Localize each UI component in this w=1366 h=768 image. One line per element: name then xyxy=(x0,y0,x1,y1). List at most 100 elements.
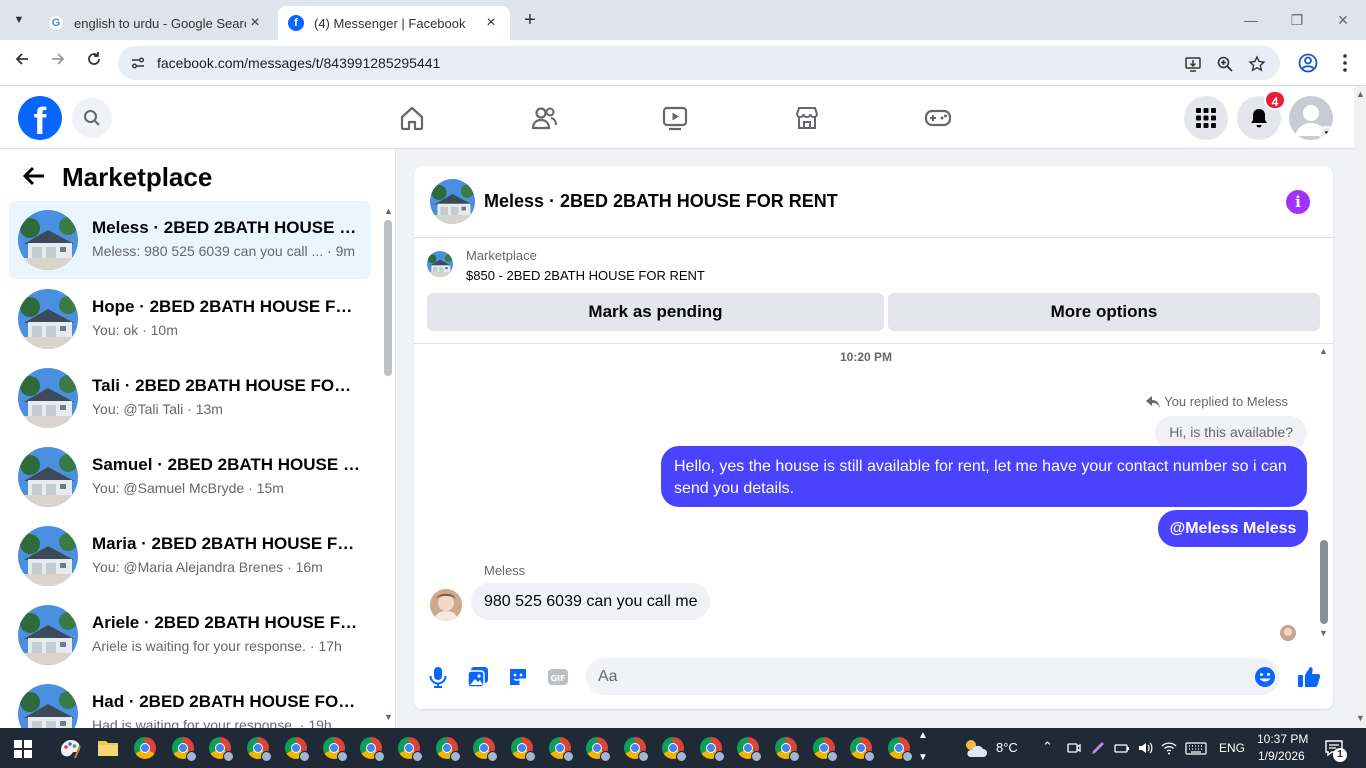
chrome-profile-window-icon[interactable] xyxy=(246,736,273,762)
pen-icon[interactable] xyxy=(1090,740,1106,756)
chrome-profile-window-icon[interactable] xyxy=(812,736,838,762)
chrome-profile-window-icon[interactable] xyxy=(322,736,348,762)
message-input[interactable] xyxy=(586,658,1280,695)
weather-temp[interactable]: 8°C xyxy=(996,740,1018,755)
scrollbar-thumb[interactable] xyxy=(1320,540,1328,624)
quoted-message[interactable]: Hi, is this available? xyxy=(1155,416,1307,450)
page-scrollbar[interactable]: ▲ ▼ xyxy=(1354,87,1366,728)
close-window-icon[interactable]: × xyxy=(1328,8,1358,32)
paint-app-icon[interactable] xyxy=(58,736,82,760)
conversation-item[interactable]: Ariele · 2BED 2BATH HOUSE FOR RENT Ariele… xyxy=(9,596,371,674)
taskbar-scroll-down-icon[interactable]: ▼ xyxy=(918,752,928,763)
chat-scrollbar[interactable]: ▲ ▼ xyxy=(1318,346,1330,640)
menu-grid-button[interactable] xyxy=(1184,96,1228,140)
chrome-profile-window-icon[interactable] xyxy=(887,736,913,762)
marketplace-icon[interactable] xyxy=(790,101,824,135)
browser-menu-icon[interactable] xyxy=(1334,52,1356,74)
conversation-item[interactable]: Tali · 2BED 2BATH HOUSE FOR RENT You: @Ta… xyxy=(9,359,371,437)
chrome-profile-window-icon[interactable] xyxy=(736,736,763,762)
chrome-profile-window-icon[interactable] xyxy=(472,736,499,762)
chrome-profile-window-icon[interactable] xyxy=(359,736,386,762)
chrome-profile-window-icon[interactable] xyxy=(849,736,876,762)
photo-gallery-icon[interactable] xyxy=(467,666,489,688)
taskbar-scroll-up-icon[interactable]: ▲ xyxy=(918,730,928,741)
chrome-profile-window-icon[interactable] xyxy=(171,736,197,762)
chrome-profile-window-icon[interactable] xyxy=(510,736,536,762)
gif-icon[interactable]: GIF xyxy=(547,666,569,688)
watch-icon[interactable] xyxy=(658,101,692,135)
windows-start-icon[interactable] xyxy=(14,740,32,758)
tab-search-dropdown-icon[interactable]: ▼ xyxy=(6,8,32,32)
tab-google-search[interactable]: G english to urdu - Google Search × xyxy=(38,6,274,40)
reload-icon[interactable] xyxy=(82,51,106,75)
scrollbar-thumb[interactable] xyxy=(384,220,392,376)
forward-icon[interactable] xyxy=(46,51,70,75)
close-tab-icon[interactable]: × xyxy=(482,14,500,32)
clock-time[interactable]: 10:37 PM xyxy=(1257,732,1308,746)
chrome-profile-window-icon[interactable] xyxy=(284,736,310,762)
home-icon[interactable] xyxy=(395,101,429,135)
like-thumbs-up-icon[interactable] xyxy=(1297,665,1321,689)
info-icon[interactable]: i xyxy=(1286,190,1310,214)
file-explorer-icon[interactable] xyxy=(96,736,120,760)
install-app-icon[interactable] xyxy=(1184,55,1202,73)
account-avatar[interactable]: ▼ xyxy=(1289,96,1333,140)
emoji-icon[interactable] xyxy=(1254,666,1276,688)
sidebar-scrollbar[interactable]: ▲ ▼ xyxy=(384,206,393,722)
conversation-item[interactable]: Samuel · 2BED 2BATH HOUSE FOR RENT You: @… xyxy=(9,438,371,516)
incoming-message[interactable]: 980 525 6039 can you call me xyxy=(471,583,711,620)
conversation-item[interactable]: Had · 2BED 2BATH HOUSE FOR RENT Had is wa… xyxy=(9,675,371,728)
chrome-profile-window-icon[interactable] xyxy=(699,736,725,762)
bookmark-star-icon[interactable] xyxy=(1248,55,1266,73)
chrome-profile-window-icon[interactable] xyxy=(623,736,650,762)
outgoing-mention-message[interactable]: @Meless Meless xyxy=(1158,510,1308,547)
listing-title[interactable]: $850 - 2BED 2BATH HOUSE FOR RENT xyxy=(466,268,705,283)
microphone-icon[interactable] xyxy=(427,666,449,688)
chrome-profile-window-icon[interactable] xyxy=(548,736,574,762)
clock-date[interactable]: 1/9/2026 xyxy=(1258,749,1305,763)
battery-icon[interactable] xyxy=(1114,740,1130,756)
tab-messenger[interactable]: f (4) Messenger | Facebook × xyxy=(278,6,510,40)
site-settings-icon[interactable] xyxy=(130,55,146,71)
chrome-profile-window-icon[interactable] xyxy=(774,736,800,762)
preview-time: · 13m xyxy=(183,401,223,417)
wifi-icon[interactable] xyxy=(1161,740,1177,756)
chat-title[interactable]: Meless · 2BED 2BATH HOUSE FOR RENT xyxy=(484,191,838,212)
input-language[interactable]: ENG xyxy=(1219,741,1245,755)
conversation-item[interactable]: Meless · 2BED 2BATH HOUSE FOR RENT Meless… xyxy=(9,201,371,279)
chrome-profile-window-icon[interactable] xyxy=(397,736,423,762)
listing-small-thumbnail[interactable] xyxy=(427,251,453,277)
sticker-icon[interactable] xyxy=(507,666,529,688)
chrome-profile-window-icon[interactable] xyxy=(661,736,687,762)
conversation-item[interactable]: Hope · 2BED 2BATH HOUSE FOR RENT You: ok … xyxy=(9,280,371,358)
facebook-logo-icon[interactable]: f xyxy=(18,96,62,140)
chrome-profile-window-icon[interactable] xyxy=(208,736,235,762)
back-icon[interactable] xyxy=(10,51,34,75)
outgoing-message[interactable]: Hello, yes the house is still available … xyxy=(661,446,1307,507)
close-tab-icon[interactable]: × xyxy=(246,14,264,32)
restore-icon[interactable]: ❐ xyxy=(1282,8,1312,32)
keyboard-icon[interactable] xyxy=(1185,740,1207,756)
weather-icon[interactable] xyxy=(962,737,988,759)
chrome-profile-window-icon[interactable] xyxy=(585,736,612,762)
back-arrow-icon[interactable] xyxy=(22,164,48,192)
meet-now-icon[interactable] xyxy=(1066,740,1082,756)
gaming-icon[interactable] xyxy=(921,101,955,135)
chrome-profile-window-icon[interactable] xyxy=(435,736,461,762)
search-button[interactable] xyxy=(72,98,112,138)
new-tab-icon[interactable]: + xyxy=(518,8,542,32)
listing-thumbnail[interactable] xyxy=(430,179,475,224)
address-bar[interactable]: facebook.com/messages/t/843991285295441 xyxy=(118,46,1280,80)
more-options-button[interactable]: More options xyxy=(888,293,1320,331)
volume-icon[interactable] xyxy=(1137,740,1153,756)
mark-as-pending-button[interactable]: Mark as pending xyxy=(427,293,884,331)
chrome-icon[interactable] xyxy=(133,736,157,760)
friends-icon[interactable] xyxy=(527,101,561,135)
sender-avatar[interactable] xyxy=(430,589,462,621)
zoom-icon[interactable] xyxy=(1216,55,1234,73)
listing-card: Marketplace $850 - 2BED 2BATH HOUSE FOR … xyxy=(414,238,1333,344)
profile-icon[interactable] xyxy=(1297,52,1319,74)
minimize-icon[interactable]: — xyxy=(1236,8,1266,32)
tray-chevron-up-icon[interactable]: ⌃ xyxy=(1042,739,1053,755)
conversation-item[interactable]: Maria · 2BED 2BATH HOUSE FOR RENT You: @M… xyxy=(9,517,371,595)
